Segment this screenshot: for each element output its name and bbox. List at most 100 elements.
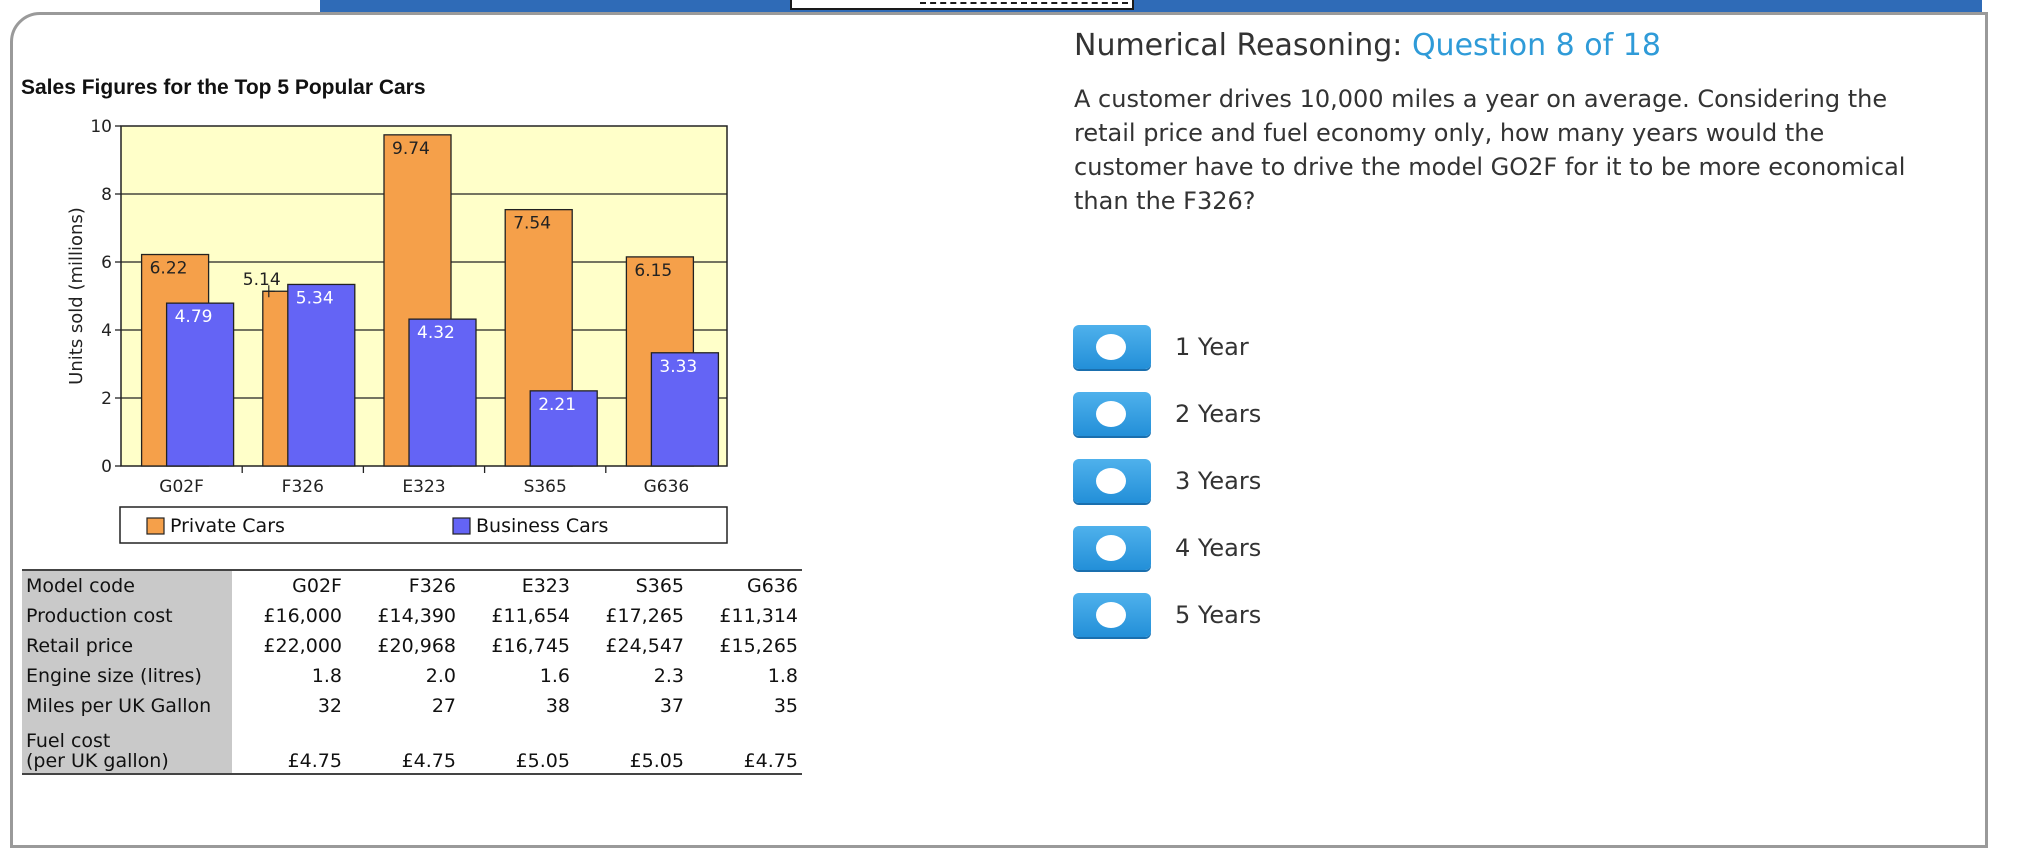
x-tick-label: F326 bbox=[282, 477, 324, 497]
y-axis-label: Units sold (millions) bbox=[66, 207, 87, 385]
table-cell: 1.8 bbox=[767, 665, 798, 687]
answer-option-1[interactable]: 1 Year bbox=[1073, 325, 1573, 373]
table-header-cell: E323 bbox=[521, 575, 570, 597]
table-row: Fuel cost (per UK gallon) £4.75 £4.75 £5… bbox=[22, 721, 802, 774]
table-cell: 37 bbox=[659, 695, 684, 717]
legend-swatch-private bbox=[146, 517, 165, 535]
radio-circle-icon bbox=[1096, 401, 1126, 427]
radio-circle-icon bbox=[1096, 602, 1126, 628]
table-cell: 2.0 bbox=[425, 665, 456, 687]
x-tick-label: S365 bbox=[524, 477, 567, 497]
table-header-cell: G02F bbox=[292, 575, 342, 597]
legend-label-private: Private Cars bbox=[170, 515, 285, 537]
data-label: 7.54 bbox=[513, 214, 551, 234]
row-label-line: (per UK gallon) bbox=[26, 750, 169, 772]
table-cell: 35 bbox=[773, 695, 798, 717]
table-header-row: Model code G02F F326 E323 S365 G636 bbox=[22, 570, 802, 601]
radio-button[interactable] bbox=[1073, 459, 1151, 503]
table-row: Miles per UK Gallon 32 27 38 37 35 bbox=[22, 691, 802, 721]
answer-label[interactable]: 5 Years bbox=[1175, 601, 1261, 629]
radio-button[interactable] bbox=[1073, 325, 1151, 369]
radio-button[interactable] bbox=[1073, 392, 1151, 436]
question-counter: Question 8 of 18 bbox=[1411, 28, 1661, 63]
table-cell: 1.8 bbox=[311, 665, 342, 687]
question-header: Numerical Reasoning: Question 8 of 18 bbox=[1074, 28, 1661, 63]
answer-option-3[interactable]: 3 Years bbox=[1073, 459, 1573, 507]
table-cell: £11,654 bbox=[491, 605, 570, 627]
bar-business bbox=[287, 283, 356, 467]
radio-circle-icon bbox=[1096, 334, 1126, 360]
data-label: 3.33 bbox=[659, 357, 697, 377]
table-header-cell: S365 bbox=[635, 575, 684, 597]
table-cell: £5.05 bbox=[515, 750, 570, 772]
table-cell: £24,547 bbox=[605, 635, 684, 657]
radio-circle-icon bbox=[1096, 468, 1126, 494]
y-tick-label: 2 bbox=[101, 389, 112, 409]
answer-label[interactable]: 3 Years bbox=[1175, 467, 1261, 495]
row-label: Miles per UK Gallon bbox=[22, 691, 232, 721]
x-tick-label: G636 bbox=[644, 477, 690, 497]
table-cell: £14,390 bbox=[377, 605, 456, 627]
bar-business bbox=[165, 302, 235, 467]
specifications-table: Model code G02F F326 E323 S365 G636 Prod… bbox=[22, 569, 802, 775]
table-row: Production cost £16,000 £14,390 £11,654 … bbox=[22, 601, 802, 631]
answer-label[interactable]: 4 Years bbox=[1175, 534, 1261, 562]
table-header-cell: F326 bbox=[408, 575, 456, 597]
table-row: Engine size (litres) 1.8 2.0 1.6 2.3 1.8 bbox=[22, 661, 802, 691]
y-axis-ticks: 0 2 4 6 8 10 bbox=[90, 117, 121, 477]
table-header-label: Model code bbox=[22, 570, 232, 601]
legend-swatch-business bbox=[452, 517, 471, 535]
table-cell: £22,000 bbox=[263, 635, 342, 657]
table-row: Retail price £22,000 £20,968 £16,745 £24… bbox=[22, 631, 802, 661]
row-label-line: Fuel cost bbox=[26, 730, 111, 752]
table-cell: £5.05 bbox=[629, 750, 684, 772]
table-cell: 1.6 bbox=[539, 665, 570, 687]
table-cell: £11,314 bbox=[719, 605, 798, 627]
table-cell: £15,265 bbox=[719, 635, 798, 657]
y-tick-label: 0 bbox=[101, 457, 112, 477]
table-cell: £16,000 bbox=[263, 605, 342, 627]
x-axis-ticks: G02F F326 E323 S365 G636 bbox=[159, 466, 689, 497]
data-label: 5.34 bbox=[296, 288, 334, 308]
x-tick-label: E323 bbox=[402, 477, 445, 497]
data-label: 9.74 bbox=[392, 139, 430, 159]
question-title: Numerical Reasoning: bbox=[1074, 28, 1403, 63]
table-cell: 38 bbox=[545, 695, 570, 717]
banner-dashes bbox=[920, 2, 1128, 4]
table-cell: £4.75 bbox=[401, 750, 456, 772]
row-label: Engine size (litres) bbox=[22, 661, 232, 691]
radio-button[interactable] bbox=[1073, 593, 1151, 637]
row-label: Production cost bbox=[22, 601, 232, 631]
data-label: 4.79 bbox=[175, 307, 213, 327]
radio-circle-icon bbox=[1096, 535, 1126, 561]
legend-label-business: Business Cars bbox=[476, 515, 608, 537]
data-label: 2.21 bbox=[538, 395, 576, 415]
y-tick-label: 4 bbox=[101, 321, 112, 341]
table-cell: 32 bbox=[317, 695, 342, 717]
data-label: 6.22 bbox=[150, 259, 188, 279]
table-cell: 2.3 bbox=[653, 665, 684, 687]
answer-label[interactable]: 1 Year bbox=[1175, 333, 1249, 361]
answer-label[interactable]: 2 Years bbox=[1175, 400, 1261, 428]
data-label: 6.15 bbox=[634, 261, 672, 281]
x-tick-label: G02F bbox=[159, 477, 204, 497]
table-cell: £17,265 bbox=[605, 605, 684, 627]
data-label: 4.32 bbox=[417, 323, 455, 343]
data-label: 5.14 bbox=[243, 270, 281, 290]
answer-option-5[interactable]: 5 Years bbox=[1073, 593, 1573, 641]
answer-option-4[interactable]: 4 Years bbox=[1073, 526, 1573, 574]
table-header-cell: G636 bbox=[747, 575, 798, 597]
table-cell: £20,968 bbox=[377, 635, 456, 657]
table-cell: £4.75 bbox=[743, 750, 798, 772]
y-tick-label: 10 bbox=[90, 117, 112, 137]
y-tick-label: 8 bbox=[101, 185, 112, 205]
y-tick-label: 6 bbox=[101, 253, 112, 273]
table-cell: £4.75 bbox=[287, 750, 342, 772]
radio-button[interactable] bbox=[1073, 526, 1151, 570]
row-label: Fuel cost (per UK gallon) bbox=[22, 721, 232, 774]
answer-option-2[interactable]: 2 Years bbox=[1073, 392, 1573, 440]
row-label: Retail price bbox=[22, 631, 232, 661]
chart-title: Sales Figures for the Top 5 Popular Cars bbox=[21, 76, 426, 99]
sales-chart: Sales Figures for the Top 5 Popular Cars… bbox=[21, 76, 728, 544]
question-text: A customer drives 10,000 miles a year on… bbox=[1074, 85, 1906, 215]
